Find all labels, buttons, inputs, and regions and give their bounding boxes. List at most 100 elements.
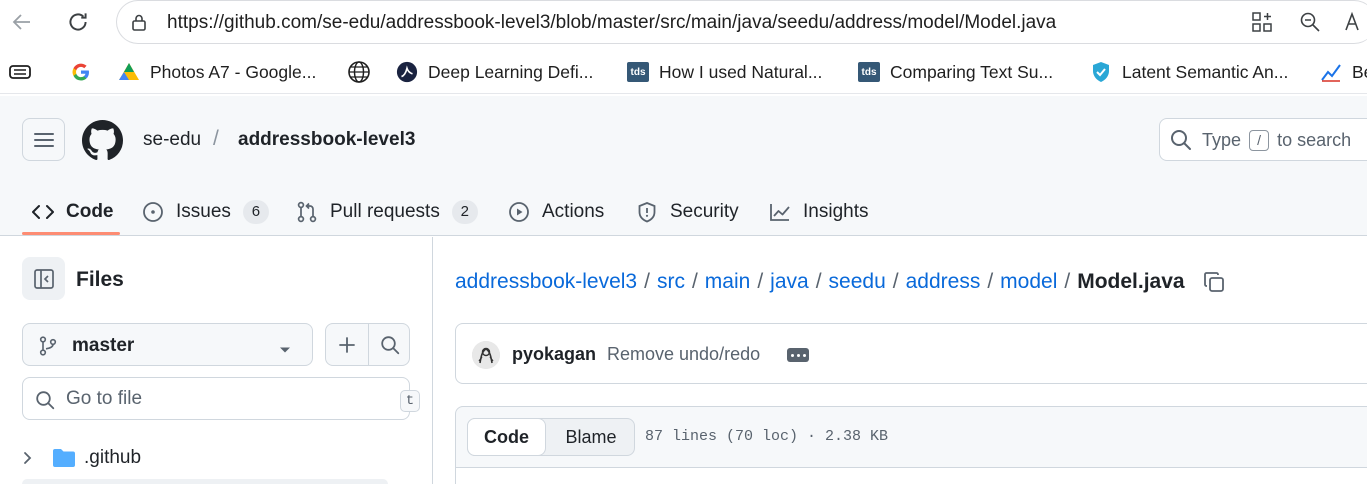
- tree-item-partial: [22, 479, 388, 484]
- search-placeholder: Type / to search: [1202, 130, 1352, 151]
- breadcrumb-model-link[interactable]: model: [1000, 270, 1057, 294]
- breadcrumb-main-link[interactable]: main: [705, 270, 751, 294]
- sidebar-title: Files: [76, 268, 124, 291]
- go-to-file-field[interactable]: t: [22, 377, 420, 420]
- menu-button[interactable]: [22, 118, 65, 161]
- global-search-input[interactable]: Type / to search: [1159, 118, 1367, 161]
- tree-item-label: .github: [84, 447, 142, 468]
- blame-view-button[interactable]: Blame: [547, 419, 635, 455]
- repo-owner-link[interactable]: se-edu: [143, 129, 201, 151]
- file-actions-group: [325, 323, 410, 366]
- commit-author-link[interactable]: pyokagan: [512, 344, 596, 365]
- breadcrumb-address-link[interactable]: address: [906, 270, 981, 294]
- bookmark-5[interactable]: Be: [1320, 60, 1367, 84]
- tab-code[interactable]: Code: [32, 192, 114, 232]
- breadcrumb-separator: /: [691, 270, 698, 293]
- hamburger-icon: [33, 132, 54, 147]
- add-file-button[interactable]: [326, 324, 368, 365]
- ellipsis-icon[interactable]: [787, 348, 809, 362]
- branch-name: master: [72, 335, 135, 356]
- path-separator: /: [213, 127, 219, 150]
- folder-icon: [52, 448, 76, 468]
- search-files-button[interactable]: [369, 324, 410, 365]
- commit-message-link[interactable]: Remove undo/redo: [607, 344, 760, 365]
- breadcrumb-repo-link[interactable]: addressbook-level3: [455, 270, 637, 294]
- tab-actions[interactable]: Actions: [508, 192, 604, 232]
- search-shortcut-key: /: [1249, 130, 1270, 151]
- breadcrumb-src-link[interactable]: src: [657, 270, 685, 294]
- breadcrumb-separator: /: [892, 270, 899, 293]
- apps-icon[interactable]: [1248, 8, 1276, 36]
- github-logo-icon[interactable]: [82, 120, 123, 161]
- chevron-right-icon[interactable]: [22, 451, 44, 465]
- play-icon: [509, 202, 529, 222]
- tab-issues[interactable]: Issues 6: [142, 192, 269, 232]
- globe-icon[interactable]: [347, 60, 371, 84]
- code-icon: [32, 205, 54, 219]
- breadcrumb-java-link[interactable]: java: [770, 270, 809, 294]
- branch-selector[interactable]: master: [22, 323, 313, 366]
- url-text[interactable]: https://github.com/se-edu/addressbook-le…: [167, 12, 1056, 34]
- bookmark-0[interactable]: Photos A7 - Google...: [118, 60, 316, 84]
- file-path-breadcrumb: addressbook-level3 / src / main / java /…: [455, 268, 1225, 296]
- avatar[interactable]: [472, 341, 500, 369]
- code-view-button[interactable]: Code: [467, 418, 546, 456]
- search-icon: [1170, 129, 1192, 156]
- graph-icon: [770, 204, 790, 221]
- read-aloud-icon[interactable]: [1340, 8, 1367, 36]
- tab-actions-icon[interactable]: [8, 60, 32, 84]
- shield-icon: [1090, 61, 1112, 83]
- tree-item-github-folder[interactable]: .github: [22, 444, 141, 472]
- breadcrumb-separator: /: [757, 270, 764, 293]
- bookmark-2[interactable]: tds How I used Natural...: [627, 60, 822, 84]
- search-icon: [35, 390, 55, 415]
- lock-icon[interactable]: [129, 12, 149, 37]
- file-tree-sidebar: Files master t .github: [0, 237, 433, 484]
- bookmark-1[interactable]: Deep Learning Defi...: [396, 60, 593, 84]
- breadcrumb-separator: /: [815, 270, 822, 293]
- view-mode-toggle: Code Blame: [467, 418, 635, 456]
- bookmark-3[interactable]: tds Comparing Text Su...: [858, 60, 1053, 84]
- code-area: [456, 467, 1367, 484]
- reload-icon[interactable]: [64, 8, 92, 36]
- chart-icon: [1320, 61, 1342, 83]
- pull-requests-count-badge: 2: [451, 200, 478, 224]
- tds-icon: tds: [858, 61, 880, 83]
- back-arrow-icon[interactable]: [8, 8, 36, 36]
- issue-opened-icon: [143, 202, 163, 222]
- caret-down-icon: [279, 341, 291, 359]
- browser-toolbar: https://github.com/se-edu/addressbook-le…: [0, 0, 1367, 45]
- file-viewer: Code Blame 87 lines (70 loc) · 2.38 KB: [455, 406, 1367, 484]
- search-icon: [380, 335, 399, 354]
- breadcrumb-separator: /: [987, 270, 994, 293]
- breadcrumb-separator: /: [1064, 270, 1071, 293]
- go-to-file-shortcut: t: [400, 390, 420, 412]
- google-icon[interactable]: [70, 60, 92, 84]
- bookmarks-bar: Photos A7 - Google... Deep Learning Defi…: [0, 50, 1367, 94]
- tds-icon: tds: [627, 61, 649, 83]
- tab-insights[interactable]: Insights: [769, 192, 868, 232]
- repo-name-link[interactable]: addressbook-level3: [238, 129, 415, 151]
- plus-icon: [339, 336, 355, 353]
- tab-security[interactable]: Security: [636, 192, 739, 232]
- git-branch-icon: [39, 336, 57, 361]
- file-info: 87 lines (70 loc) · 2.38 KB: [645, 428, 889, 445]
- zoom-out-icon[interactable]: [1296, 8, 1324, 36]
- breadcrumb-current-file: Model.java: [1077, 270, 1185, 293]
- tab-pull-requests[interactable]: Pull requests 2: [296, 192, 478, 232]
- go-to-file-input[interactable]: [66, 388, 366, 410]
- breadcrumb-separator: /: [644, 270, 650, 293]
- collapse-sidebar-button[interactable]: [22, 257, 65, 300]
- active-tab-indicator: [22, 232, 120, 235]
- latest-commit-box: pyokagan Remove undo/redo: [455, 323, 1367, 384]
- address-bar[interactable]: https://github.com/se-edu/addressbook-le…: [116, 0, 1367, 44]
- deep-learning-icon: [396, 61, 418, 83]
- sidebar-collapse-icon: [33, 268, 54, 289]
- shield-icon: [638, 202, 656, 223]
- breadcrumb-seedu-link[interactable]: seedu: [829, 270, 886, 294]
- bookmark-4[interactable]: Latent Semantic An...: [1090, 60, 1288, 84]
- repo-header: se-edu / addressbook-level3 Type / to se…: [0, 96, 1367, 236]
- git-pull-request-icon: [297, 201, 317, 223]
- issues-count-badge: 6: [242, 200, 269, 224]
- copy-path-icon[interactable]: [1203, 271, 1225, 293]
